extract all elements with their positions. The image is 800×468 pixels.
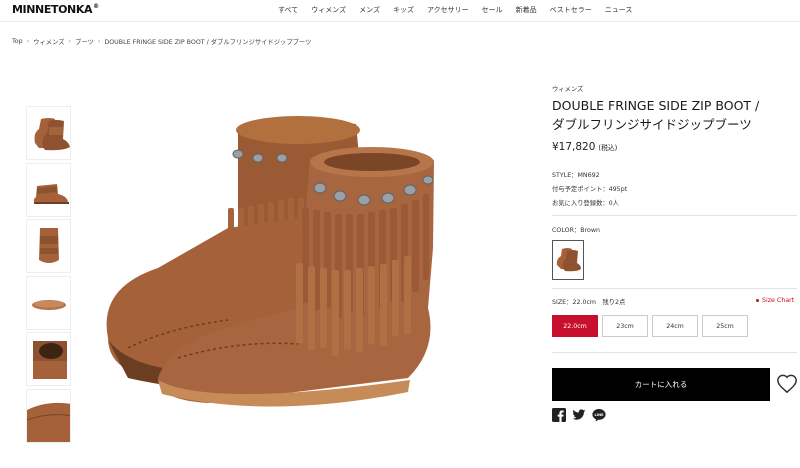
color-swatch-brown[interactable] [552, 240, 584, 280]
size-options: 22.0cm 23cm 24cm 25cm [552, 315, 752, 337]
size-chart-dot-icon [756, 298, 759, 302]
boot-inside-image [33, 341, 67, 379]
facebook-icon[interactable] [552, 407, 566, 422]
nav-item-accessories[interactable]: アクセサリー [427, 5, 469, 15]
thumbnail-side[interactable] [26, 162, 71, 217]
size-option-25[interactable]: 25cm [702, 315, 748, 337]
svg-text:LINE: LINE [594, 413, 604, 417]
divider [552, 352, 797, 353]
divider [552, 288, 797, 289]
size-chart-link[interactable]: Size Chart [756, 297, 794, 304]
main-nav: すべて ウィメンズ メンズ キッズ アクセサリー セール 新着品 ベストセラー … [278, 5, 645, 15]
price-value: ¥17,820 [552, 141, 596, 153]
boot-back-image [39, 228, 59, 263]
line-icon[interactable]: LINE [592, 407, 606, 422]
product-price: ¥17,820 (税込) [552, 141, 617, 153]
boot-sole-image [32, 299, 66, 310]
boot-swatch-image [556, 248, 581, 272]
product-category[interactable]: ウィメンズ [552, 84, 583, 93]
boot-pair-image [34, 118, 70, 151]
size-option-24[interactable]: 24cm [652, 315, 698, 337]
main-product-image [88, 58, 458, 466]
nav-item-sale[interactable]: セール [482, 5, 503, 15]
brand-logo[interactable]: MINNETONKA® [12, 3, 99, 16]
nav-item-womens[interactable]: ウィメンズ [311, 5, 346, 15]
color-label: COLOR：Brown [552, 227, 601, 234]
size-chart-label: Size Chart [762, 297, 795, 304]
breadcrumb-top[interactable]: Top [12, 38, 23, 45]
product-style: STYLE：MN692 [552, 172, 600, 179]
divider [552, 215, 797, 216]
product-favorites-count: お気に入り登録数：0人 [552, 200, 619, 207]
brand-logo-mark: ® [93, 3, 99, 10]
nav-item-bestseller[interactable]: ベストセラー [550, 5, 592, 15]
brand-logo-text: MINNETONKA [12, 3, 93, 16]
breadcrumb: Top › ウィメンズ › ブーツ › DOUBLE FRINGE SIDE Z… [12, 37, 311, 46]
breadcrumb-womens[interactable]: ウィメンズ [33, 37, 64, 46]
heart-icon[interactable] [776, 373, 798, 395]
site-header: MINNETONKA® すべて ウィメンズ メンズ キッズ アクセサリー セール… [0, 0, 800, 22]
size-option-23[interactable]: 23cm [602, 315, 648, 337]
nav-item-new[interactable]: 新着品 [516, 5, 537, 15]
breadcrumb-separator: › [97, 38, 101, 45]
breadcrumb-current: DOUBLE FRINGE SIDE ZIP BOOT / ダブルフリンジサイド… [104, 39, 312, 46]
product-points: 付与予定ポイント：495pt [552, 186, 628, 193]
nav-item-all[interactable]: すべて [278, 5, 298, 15]
thumbnail-back[interactable] [26, 219, 71, 273]
thumbnail-sole[interactable] [26, 275, 71, 330]
breadcrumb-separator: › [68, 38, 72, 45]
boot-detail-image [27, 402, 70, 442]
size-label: SIZE：22.0cm 残り2点 [552, 299, 626, 306]
nav-item-mens[interactable]: メンズ [359, 5, 380, 15]
price-tax-note: (税込) [598, 144, 618, 152]
add-to-cart-button[interactable]: カートに入れる [552, 368, 770, 401]
size-option-22[interactable]: 22.0cm [552, 315, 598, 337]
thumbnail-inside[interactable] [26, 332, 71, 386]
thumbnail-detail[interactable] [26, 388, 71, 443]
thumbnail-pair[interactable] [26, 106, 71, 160]
twitter-icon[interactable] [572, 407, 586, 421]
social-share: LINE [552, 407, 612, 422]
boot-side-image [33, 183, 69, 204]
thumbnail-list [26, 106, 71, 445]
nav-item-news[interactable]: ニュース [605, 5, 633, 15]
nav-item-kids[interactable]: キッズ [393, 5, 414, 15]
breadcrumb-boots[interactable]: ブーツ [75, 37, 94, 46]
product-title: DOUBLE FRINGE SIDE ZIP BOOT / ダブルフリンジサイド… [552, 98, 760, 132]
boot-pair-photo [106, 116, 434, 407]
breadcrumb-separator: › [26, 38, 30, 45]
